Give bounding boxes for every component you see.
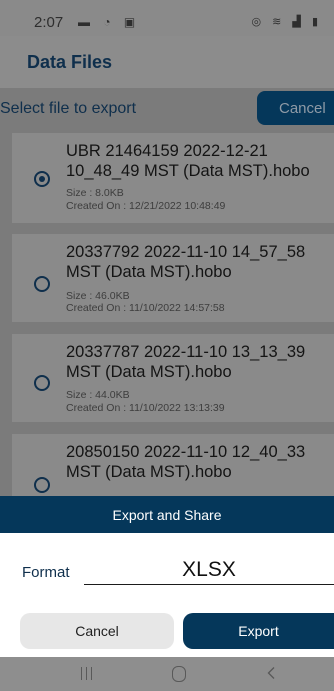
- file-name: UBR 21464159 2022-12-21 10_48_49 MST (Da…: [66, 142, 310, 180]
- home-icon[interactable]: [172, 666, 186, 682]
- recent-apps-icon[interactable]: [80, 667, 94, 680]
- app-header: Data Files: [0, 36, 334, 88]
- notification-icons: ▬ ◔ ▣: [78, 15, 141, 29]
- file-name: 20850150 2022-11-10 12_40_33 MST (Data M…: [66, 443, 306, 481]
- format-label: Format: [22, 564, 70, 581]
- format-select[interactable]: XLSX: [84, 556, 334, 585]
- cancel-button[interactable]: Cancel: [20, 613, 174, 649]
- file-name: 20337792 2022-11-10 14_57_58 MST (Data M…: [66, 243, 306, 281]
- file-created: Created On : 11/10/2022 13:13:39: [66, 402, 225, 414]
- export-sheet-header: Export and Share: [0, 496, 334, 533]
- file-item[interactable]: 20850150 2022-11-10 12_40_33 MST (Data M…: [12, 434, 334, 496]
- file-created: Created On : 11/10/2022 14:57:58: [66, 302, 225, 314]
- system-nav-bar: [0, 657, 334, 691]
- file-created: Created On : 12/21/2022 10:48:49: [66, 200, 226, 212]
- file-radio[interactable]: [34, 477, 50, 493]
- file-list-area: Select file to export Cancel UBR 2146415…: [0, 88, 334, 496]
- file-name: 20337787 2022-11-10 13_13_39 MST (Data M…: [66, 343, 306, 381]
- back-icon[interactable]: [265, 666, 279, 680]
- file-radio[interactable]: [34, 375, 50, 391]
- file-size: Size : 44.0KB: [66, 389, 130, 401]
- system-status-icons: ◎ ≋ ▟ ▮: [251, 16, 322, 28]
- dimmed-background: 2:07 ▬ ◔ ▣ ◎ ≋ ▟ ▮ Data Files Select fil…: [0, 0, 334, 496]
- select-file-label: Select file to export: [0, 100, 137, 117]
- page-title: Data Files: [27, 52, 113, 72]
- status-bar: 2:07 ▬ ◔ ▣ ◎ ≋ ▟ ▮: [0, 0, 334, 36]
- export-sheet-title: Export and Share: [112, 507, 222, 523]
- file-item[interactable]: 20337792 2022-11-10 14_57_58 MST (Data M…: [12, 234, 334, 322]
- file-radio-selected[interactable]: [34, 171, 50, 187]
- file-radio[interactable]: [34, 276, 50, 292]
- file-item[interactable]: 20337787 2022-11-10 13_13_39 MST (Data M…: [12, 334, 334, 422]
- file-item[interactable]: UBR 21464159 2022-12-21 10_48_49 MST (Da…: [12, 133, 334, 223]
- file-size: Size : 8.0KB: [66, 187, 124, 199]
- export-button[interactable]: Export: [183, 613, 334, 649]
- status-time: 2:07: [34, 14, 64, 31]
- cancel-selection-button[interactable]: Cancel: [257, 91, 334, 125]
- screen: 2:07 ▬ ◔ ▣ ◎ ≋ ▟ ▮ Data Files Select fil…: [0, 0, 334, 691]
